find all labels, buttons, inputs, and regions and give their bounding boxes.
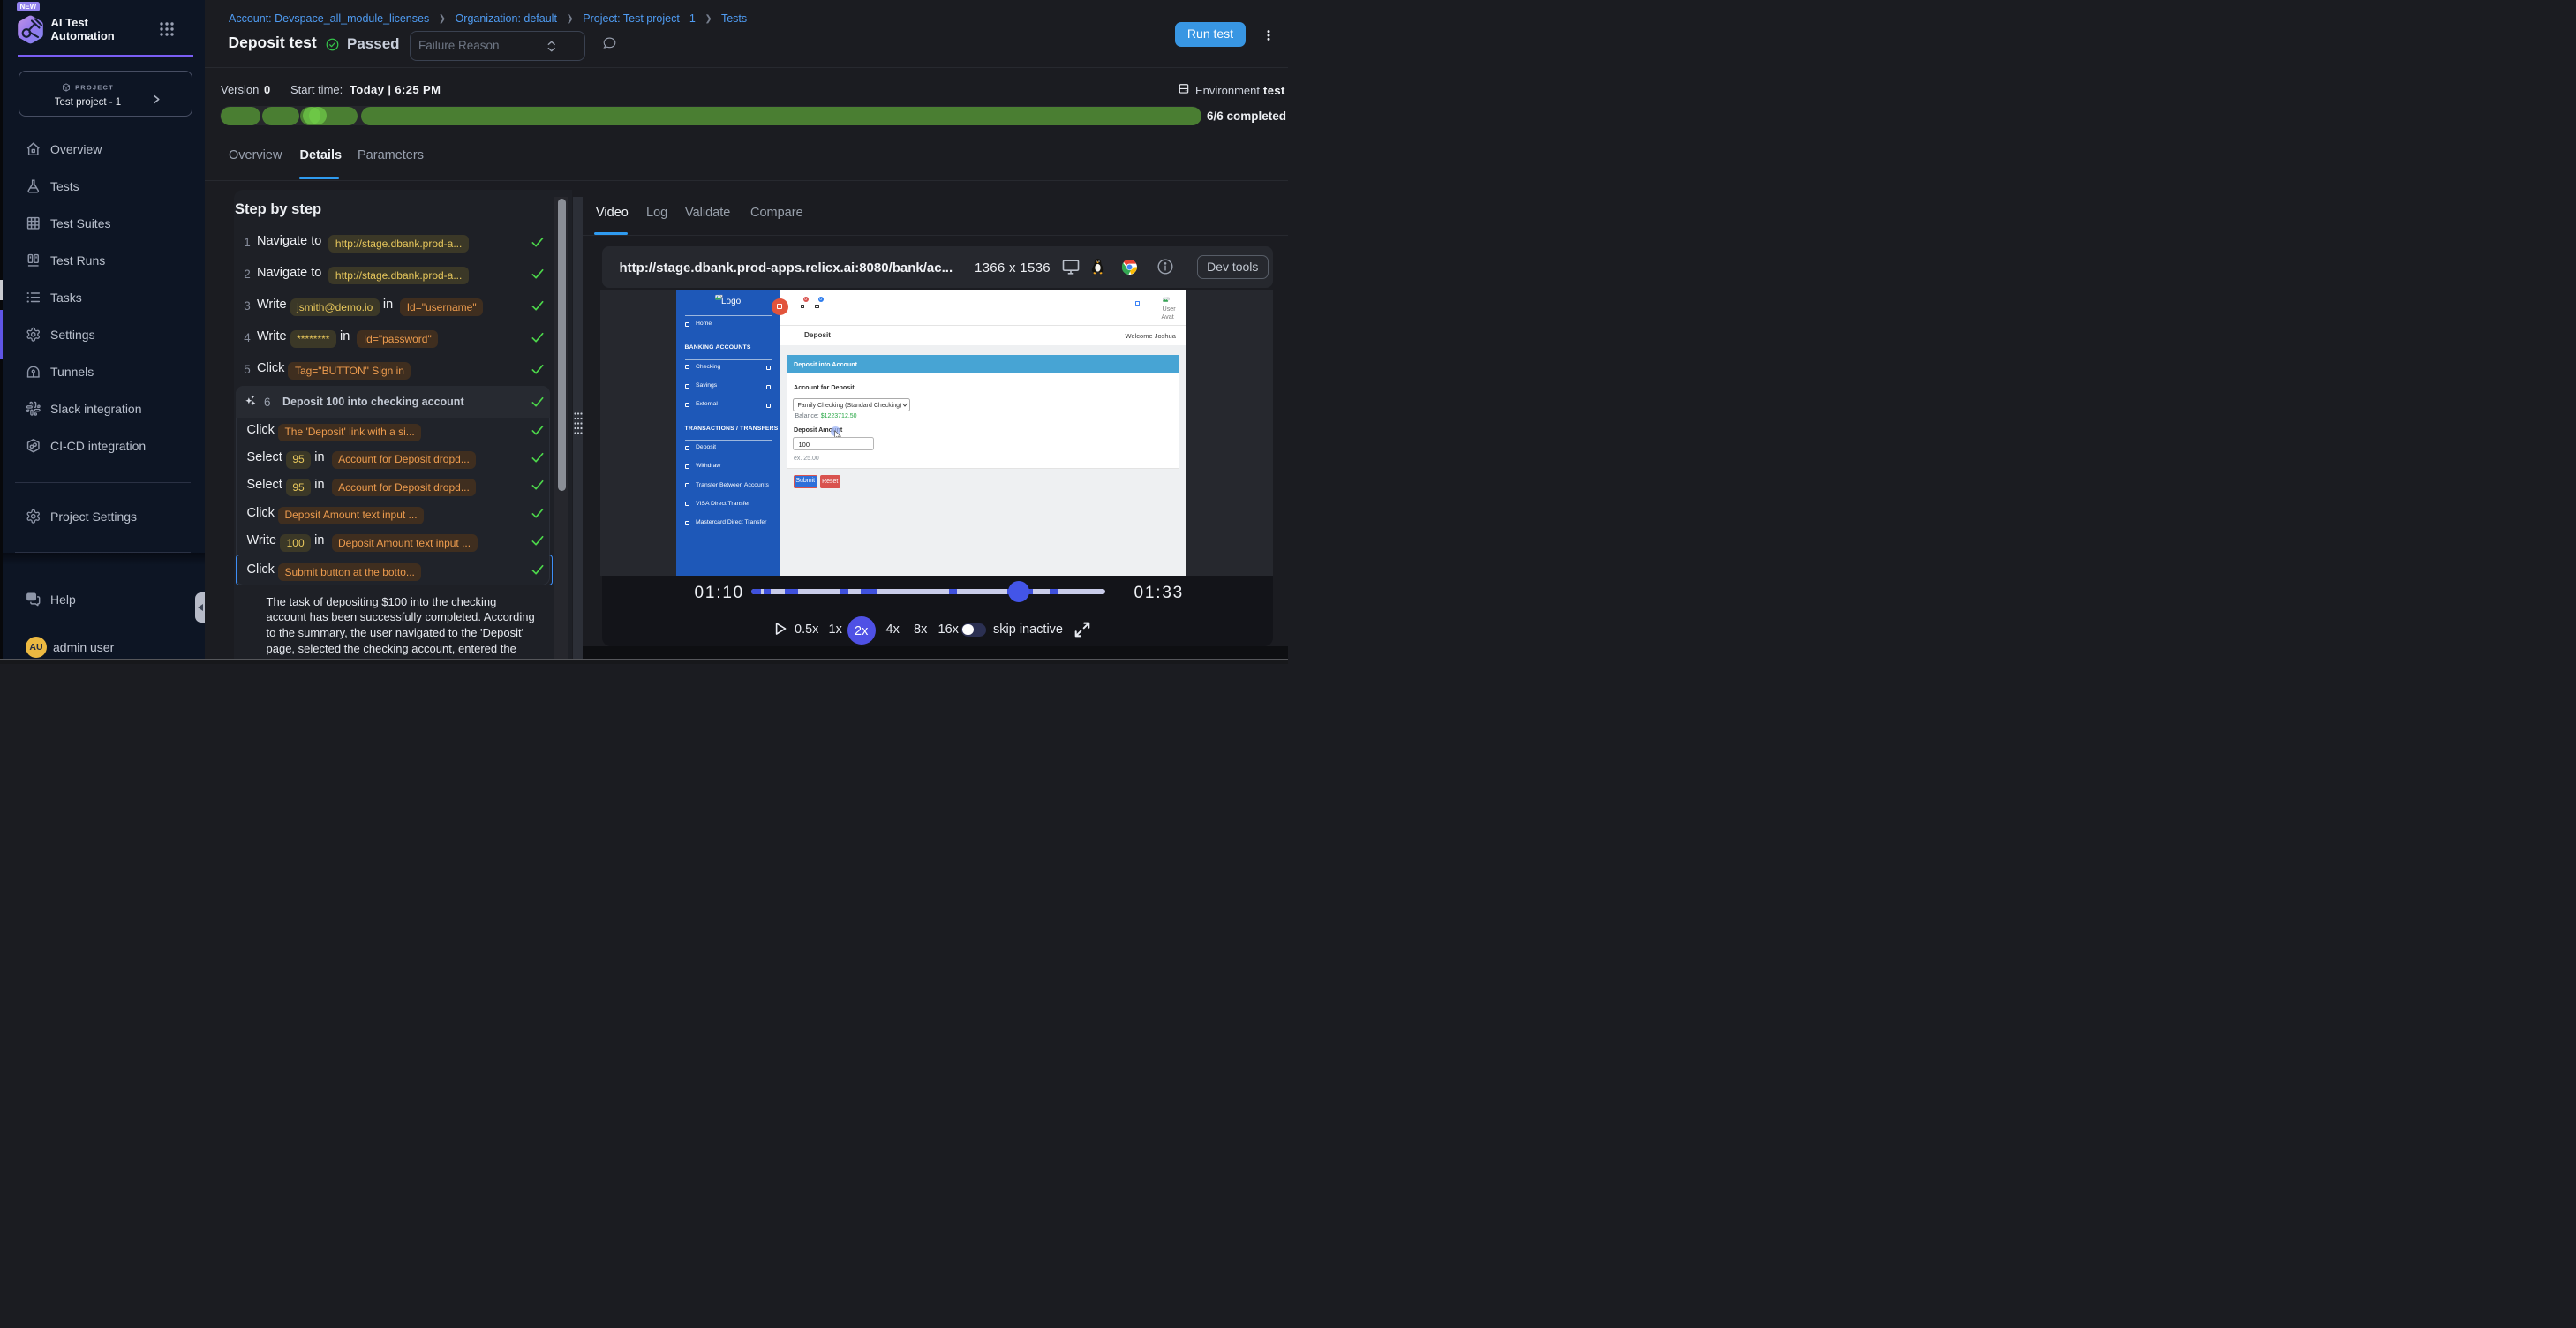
svg-text:?: ?	[29, 594, 33, 600]
